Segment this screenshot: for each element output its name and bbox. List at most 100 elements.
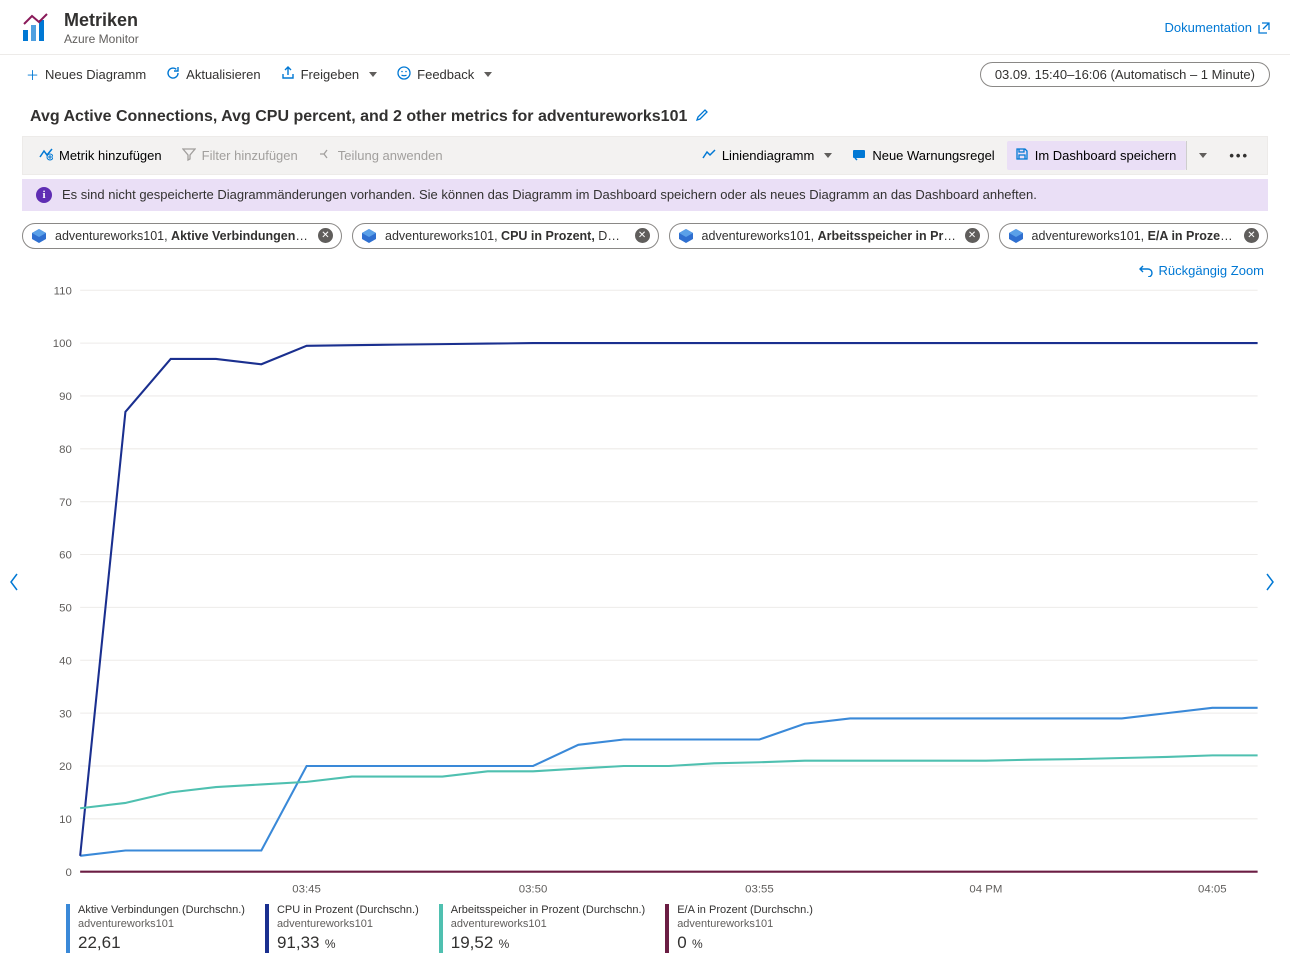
legend-current-value: 91,33 % <box>277 932 419 953</box>
y-tick-label: 30 <box>59 708 72 720</box>
metric-pill-text: adventureworks101, Arbeitsspeicher in Pr… <box>702 229 957 243</box>
remove-metric-button[interactable]: ✕ <box>965 228 980 243</box>
feedback-button[interactable]: Feedback <box>391 62 498 87</box>
filter-icon <box>182 147 196 164</box>
legend-item[interactable]: Arbeitsspeicher in Prozent (Durchschn.) … <box>439 904 645 953</box>
legend-current-value: 0 % <box>677 932 813 953</box>
legend-current-value: 22,61 <box>78 932 245 953</box>
page-title: Metriken <box>64 10 139 32</box>
primary-toolbar: ＋ Neues Diagramm Aktualisieren Freigeben… <box>0 55 1290 94</box>
y-tick-label: 20 <box>59 761 72 773</box>
line-chart-icon <box>702 147 716 164</box>
share-button[interactable]: Freigeben <box>275 62 384 87</box>
page-header: Metriken Azure Monitor Dokumentation <box>0 0 1290 55</box>
resource-icon <box>678 228 694 244</box>
legend-resource-name: adventureworks101 <box>677 918 813 932</box>
documentation-link-label: Dokumentation <box>1165 20 1252 35</box>
documentation-link[interactable]: Dokumentation <box>1165 20 1270 35</box>
chart-panel: Avg Active Connections, Avg CPU percent,… <box>0 94 1290 969</box>
y-tick-label: 110 <box>54 285 72 297</box>
y-tick-label: 10 <box>59 814 72 826</box>
legend-series-name: Aktive Verbindungen (Durchschn.) <box>78 904 245 918</box>
metric-pill[interactable]: adventureworks101, CPU in Prozent, Durch… <box>352 223 659 249</box>
new-alert-label: Neue Warnungsregel <box>872 148 994 163</box>
external-link-icon <box>1258 22 1270 34</box>
info-icon: i <box>36 187 52 203</box>
legend-current-value: 19,52 % <box>451 932 645 953</box>
refresh-icon <box>166 66 180 83</box>
share-icon <box>281 66 295 83</box>
plot-area: 010203040506070809010011003:4503:5003:55… <box>22 284 1268 897</box>
remove-metric-button[interactable]: ✕ <box>318 228 333 243</box>
chevron-down-icon <box>484 72 492 77</box>
legend-swatch <box>265 904 269 953</box>
split-icon <box>318 147 332 164</box>
apply-splitting-label: Teilung anwenden <box>338 148 443 163</box>
ellipsis-icon: ••• <box>1229 148 1249 163</box>
x-tick-label: 03:55 <box>745 883 774 895</box>
metric-pill[interactable]: adventureworks101, E/A in Prozent, … ✕ <box>999 223 1268 249</box>
line-chart[interactable]: 010203040506070809010011003:4503:5003:55… <box>22 284 1268 897</box>
legend-item[interactable]: E/A in Prozent (Durchschn.) adventurewor… <box>665 904 813 953</box>
y-tick-label: 100 <box>53 338 72 350</box>
time-range-picker[interactable]: 03.09. 15:40–16:06 (Automatisch – 1 Minu… <box>980 62 1270 87</box>
add-metric-label: Metrik hinzufügen <box>59 148 162 163</box>
add-filter-button[interactable]: Filter hinzufügen <box>174 141 306 170</box>
legend-resource-name: adventureworks101 <box>277 918 419 932</box>
alert-icon <box>852 147 866 164</box>
share-label: Freigeben <box>301 67 360 82</box>
x-tick-label: 04:05 <box>1198 883 1227 895</box>
chart-legend: Aktive Verbindungen (Durchschn.) adventu… <box>22 896 1268 953</box>
save-dashboard-button[interactable]: Im Dashboard speichern <box>1007 141 1187 170</box>
legend-resource-name: adventureworks101 <box>451 918 645 932</box>
y-tick-label: 40 <box>59 655 72 667</box>
new-alert-button[interactable]: Neue Warnungsregel <box>844 141 1002 170</box>
chart-type-button[interactable]: Liniendiagramm <box>694 141 841 170</box>
feedback-label: Feedback <box>417 67 474 82</box>
add-metric-button[interactable]: Metrik hinzufügen <box>31 141 170 170</box>
legend-item[interactable]: Aktive Verbindungen (Durchschn.) adventu… <box>66 904 245 953</box>
save-dashboard-split-button: Im Dashboard speichern <box>1007 141 1216 170</box>
save-dashboard-dropdown[interactable] <box>1186 141 1215 170</box>
new-chart-label: Neues Diagramm <box>45 67 146 82</box>
legend-series-name: Arbeitsspeicher in Prozent (Durchschn.) <box>451 904 645 918</box>
resource-icon <box>31 228 47 244</box>
y-tick-label: 50 <box>59 602 72 614</box>
apply-splitting-button[interactable]: Teilung anwenden <box>310 141 451 170</box>
metric-pill[interactable]: adventureworks101, Aktive Verbindungen, … <box>22 223 342 249</box>
more-options-button[interactable]: ••• <box>1219 142 1259 169</box>
time-range-label: 03.09. 15:40–16:06 (Automatisch – 1 Minu… <box>995 67 1255 82</box>
chevron-left-icon <box>8 572 20 592</box>
plus-icon: ＋ <box>26 65 39 84</box>
chart-title: Avg Active Connections, Avg CPU percent,… <box>30 108 687 126</box>
resource-icon <box>361 228 377 244</box>
remove-metric-button[interactable]: ✕ <box>635 228 650 243</box>
y-tick-label: 70 <box>59 496 72 508</box>
next-chart-button[interactable] <box>1264 572 1282 608</box>
add-metric-icon <box>39 147 53 164</box>
undo-icon <box>1139 263 1153 277</box>
page-subtitle: Azure Monitor <box>64 32 139 46</box>
remove-metric-button[interactable]: ✕ <box>1244 228 1259 243</box>
previous-chart-button[interactable] <box>8 572 26 608</box>
y-tick-label: 60 <box>59 549 72 561</box>
chart-series-line <box>80 707 1257 855</box>
legend-swatch <box>439 904 443 953</box>
edit-title-button[interactable] <box>695 108 709 125</box>
metric-pill-text: adventureworks101, CPU in Prozent, Durch… <box>385 229 627 243</box>
resource-icon <box>1008 228 1024 244</box>
metric-pill-text: adventureworks101, E/A in Prozent, … <box>1032 229 1236 243</box>
chevron-down-icon <box>824 153 832 158</box>
refresh-button[interactable]: Aktualisieren <box>160 62 266 87</box>
chevron-right-icon <box>1264 572 1276 592</box>
chevron-down-icon <box>1199 153 1207 158</box>
legend-swatch <box>66 904 70 953</box>
metric-pill[interactable]: adventureworks101, Arbeitsspeicher in Pr… <box>669 223 989 249</box>
chart-toolbar: Metrik hinzufügen Filter hinzufügen Teil… <box>22 136 1268 175</box>
undo-zoom-button[interactable]: Rückgängig Zoom <box>22 249 1268 278</box>
chevron-down-icon <box>369 72 377 77</box>
legend-item[interactable]: CPU in Prozent (Durchschn.) adventurewor… <box>265 904 419 953</box>
new-chart-button[interactable]: ＋ Neues Diagramm <box>20 61 152 88</box>
legend-resource-name: adventureworks101 <box>78 918 245 932</box>
y-tick-label: 0 <box>66 866 72 878</box>
